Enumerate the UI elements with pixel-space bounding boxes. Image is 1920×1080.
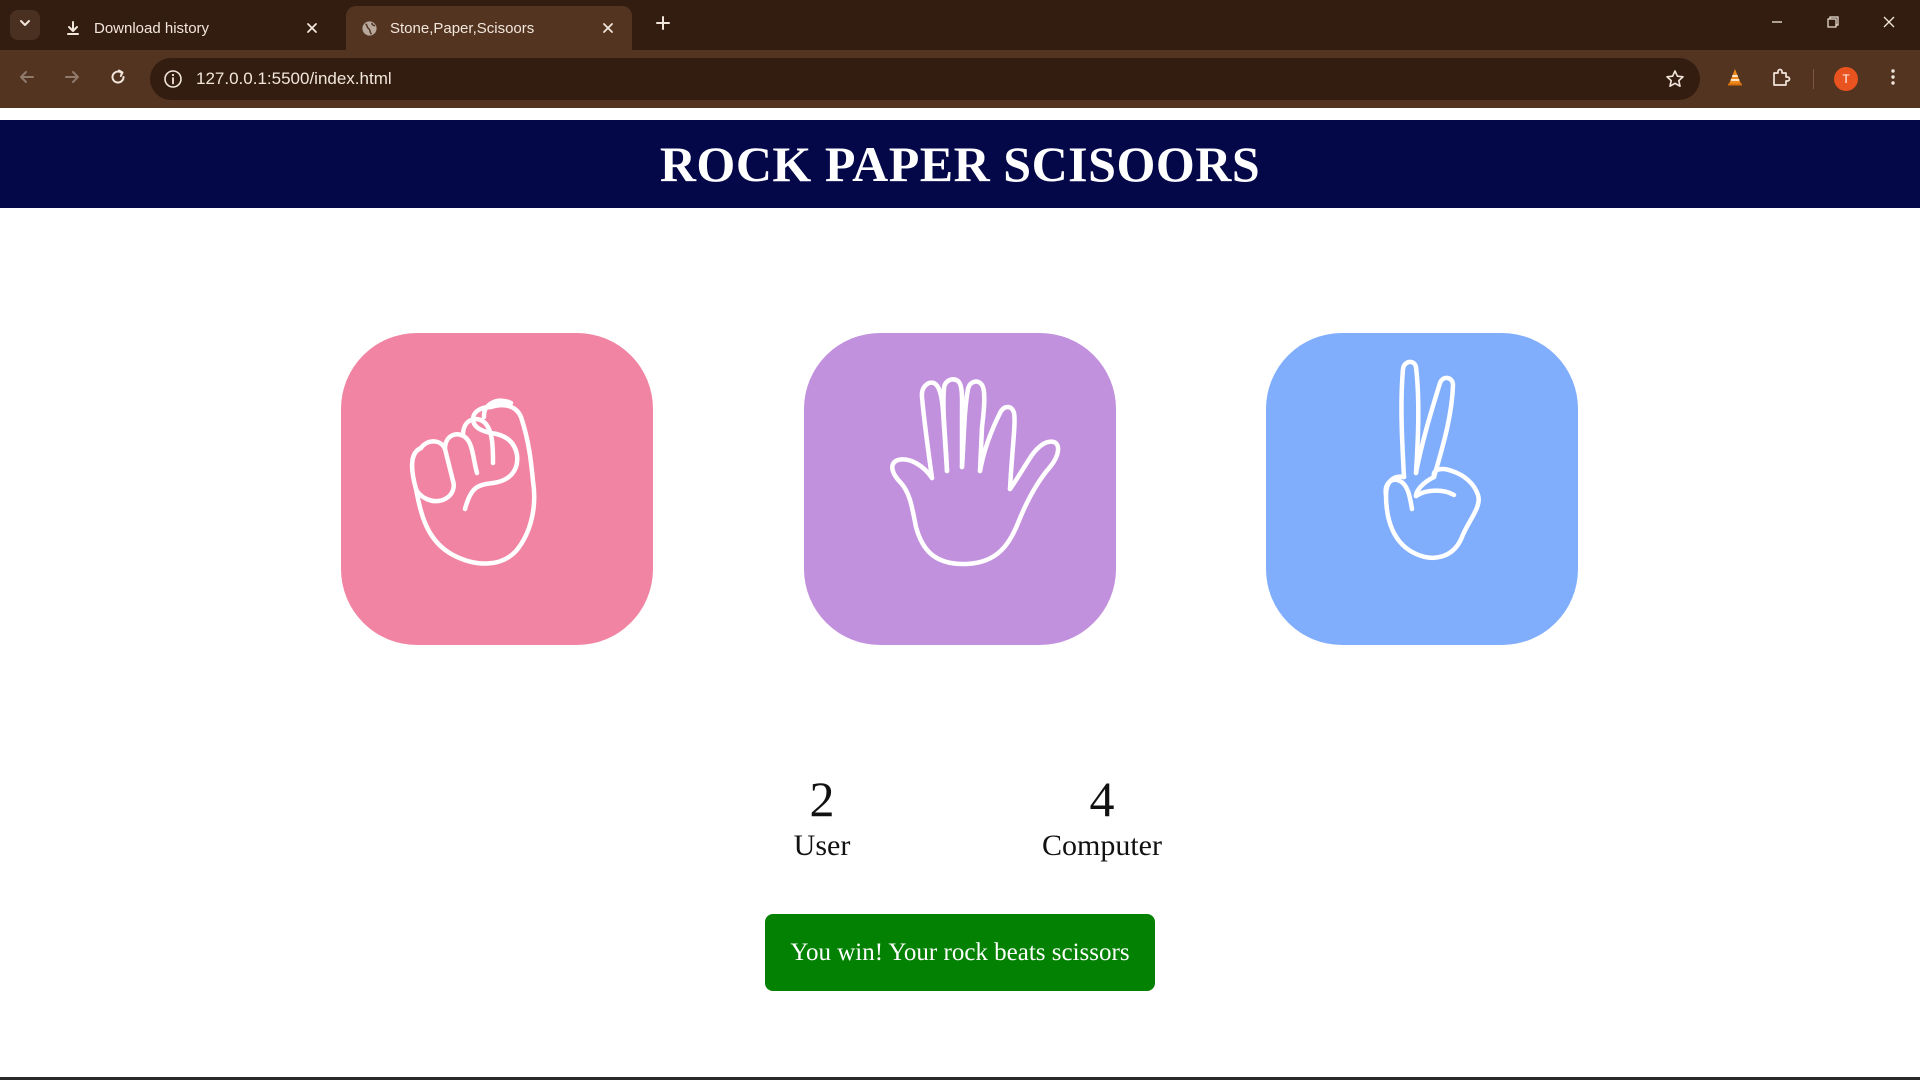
new-tab-button[interactable] <box>650 12 676 38</box>
toolbar-divider <box>1813 69 1814 89</box>
close-icon <box>1882 15 1896 34</box>
computer-score-label: Computer <box>1042 829 1162 862</box>
extensions-button[interactable] <box>1766 64 1796 94</box>
paper-choice-button[interactable] <box>804 333 1116 645</box>
page-title: ROCK PAPER SCISOORS <box>659 136 1261 192</box>
peace-hand-icon <box>1266 331 1578 648</box>
close-icon[interactable] <box>302 18 322 38</box>
vlc-extension-button[interactable] <box>1720 64 1750 94</box>
kebab-menu-icon <box>1883 67 1903 92</box>
scissors-choice-button[interactable] <box>1266 333 1578 645</box>
chevron-down-icon <box>18 16 32 35</box>
page-top-gap <box>0 108 1920 120</box>
plus-icon <box>655 15 671 36</box>
globe-icon <box>360 19 378 37</box>
star-icon[interactable] <box>1664 68 1686 90</box>
result-message: You win! Your rock beats scissors <box>765 914 1155 991</box>
browser-tab-strip: Download history Stone,Paper,Scisoors <box>0 0 1920 50</box>
address-bar[interactable]: 127.0.0.1:5500/index.html <box>150 58 1700 100</box>
traffic-cone-icon <box>1725 67 1745 92</box>
minimize-icon <box>1770 15 1784 34</box>
tab-search-button[interactable] <box>10 10 40 40</box>
profile-avatar[interactable]: T <box>1834 67 1858 91</box>
restore-button[interactable] <box>1810 8 1856 40</box>
download-icon <box>64 19 82 37</box>
rock-choice-button[interactable] <box>341 333 653 645</box>
tab-title: Download history <box>94 19 210 37</box>
reload-icon <box>108 67 128 92</box>
puzzle-piece-icon <box>1770 66 1792 93</box>
site-info-icon[interactable] <box>162 68 184 90</box>
browser-menu-button[interactable] <box>1878 64 1908 94</box>
fist-icon <box>341 331 653 648</box>
computer-score: 4 Computer <box>982 770 1222 864</box>
arrow-left-icon <box>17 67 37 92</box>
restore-icon <box>1826 15 1840 34</box>
tab-download-history[interactable]: Download history <box>50 6 336 50</box>
browser-toolbar: 127.0.0.1:5500/index.html T <box>0 50 1920 108</box>
page-header: ROCK PAPER SCISOORS <box>0 120 1920 208</box>
computer-score-value: 4 <box>1089 771 1115 827</box>
url-text[interactable]: 127.0.0.1:5500/index.html <box>196 69 392 89</box>
open-hand-icon <box>804 331 1116 648</box>
close-icon[interactable] <box>598 18 618 38</box>
user-score: 2 User <box>702 770 942 864</box>
minimize-button[interactable] <box>1754 8 1800 40</box>
forward-button[interactable] <box>57 64 87 94</box>
tab-stone-paper-scisoors[interactable]: Stone,Paper,Scisoors <box>346 6 632 50</box>
reload-button[interactable] <box>103 64 133 94</box>
user-score-label: User <box>793 829 851 862</box>
user-score-value: 2 <box>809 771 835 827</box>
arrow-right-icon <box>62 67 82 92</box>
back-button[interactable] <box>12 64 42 94</box>
close-window-button[interactable] <box>1866 8 1912 40</box>
tab-title: Stone,Paper,Scisoors <box>390 19 535 37</box>
